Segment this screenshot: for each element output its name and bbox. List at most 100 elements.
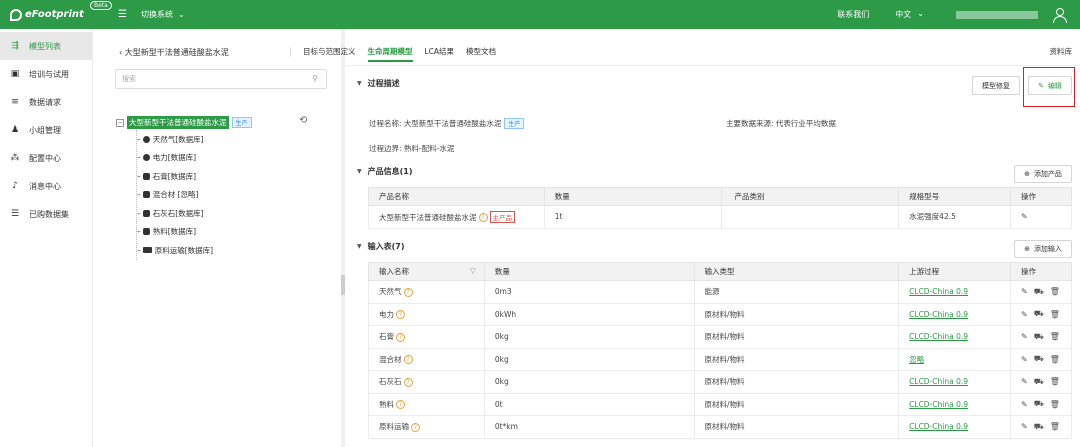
truck-icon[interactable]: ⛟: [1034, 309, 1044, 319]
help-icon[interactable]: ?: [396, 400, 405, 410]
upstream-link[interactable]: CLCD-China 0.9: [909, 377, 968, 386]
input-title: 输入表(7): [367, 242, 405, 251]
help-icon[interactable]: ?: [396, 310, 405, 320]
upstream-link[interactable]: 忽略: [909, 355, 924, 364]
tree-node[interactable]: – 混合材 [忽略]: [137, 186, 213, 205]
library-link[interactable]: 资料库: [1050, 46, 1073, 57]
help-icon[interactable]: ?: [411, 422, 420, 432]
collapse-triangle-icon: ▼: [357, 80, 362, 87]
add-input-button[interactable]: ⊕ 添加输入: [1014, 240, 1072, 258]
edit-icon[interactable]: ✎: [1021, 400, 1028, 409]
help-icon[interactable]: ?: [396, 332, 405, 342]
tree-node[interactable]: – 天然气[数据库]: [137, 130, 213, 149]
tree-node[interactable]: – 电力[数据库]: [137, 149, 213, 168]
main-content: ▼ 过程描述 模型修复 ✎ 编辑 过程名称: 大型新型干法普通硅酸盐水泥 生产 …: [345, 66, 1080, 447]
back-link[interactable]: ‹ 大型新型干法普通硅酸盐水泥: [119, 47, 229, 58]
truck-icon[interactable]: ⛟: [1034, 332, 1044, 342]
language-dropdown[interactable]: 中文 ⌄: [895, 9, 924, 20]
trash-icon[interactable]: 🗑: [1050, 287, 1060, 296]
tree-node[interactable]: – 石灰石[数据库]: [137, 204, 213, 223]
edit-icon[interactable]: ✎: [1021, 310, 1028, 319]
nav-item-config[interactable]: ⁂ 配置中心: [0, 144, 92, 172]
nav-label: 培训与试用: [29, 69, 69, 79]
nav-item-datasets[interactable]: ☰ 已购数据集: [0, 200, 92, 228]
logo[interactable]: eFootprint Beta: [10, 0, 112, 21]
input-table: 输入名称 ▽ 数量 输入类型 上游过程 操作 天然气? 0m3 能源 CLCD-…: [368, 262, 1072, 439]
trash-icon[interactable]: 🗑: [1050, 310, 1060, 319]
process-title: 过程描述: [367, 79, 400, 88]
edit-icon[interactable]: ✎: [1021, 355, 1028, 364]
system-switch-dropdown[interactable]: 切换系统 ⌄: [141, 9, 185, 20]
edit-icon[interactable]: ✎: [1021, 377, 1028, 386]
upstream-link[interactable]: CLCD-China 0.9: [909, 400, 968, 409]
collapse-icon[interactable]: −: [116, 118, 124, 127]
filter-icon[interactable]: ▽: [470, 266, 476, 275]
tree-search-input[interactable]: 搜索 ⚲: [115, 69, 327, 89]
tree-children: – 天然气[数据库] – 电力[数据库] – 石膏[数据库] – 混合材 [忽略] – 石…: [136, 130, 213, 260]
input-ops-cell: ✎ ⛟ 🗑: [1010, 302, 1072, 326]
nav-item-training[interactable]: ▣ 培训与试用: [0, 60, 92, 88]
help-icon[interactable]: ?: [403, 377, 413, 387]
edit-icon[interactable]: ✎: [1021, 287, 1028, 296]
nav-item-data-request[interactable]: ≡ 数据请求: [0, 88, 92, 116]
upstream-link[interactable]: CLCD-China 0.9: [909, 332, 968, 341]
contact-us-link[interactable]: 联系我们: [837, 9, 869, 20]
input-name: 熟料: [379, 399, 394, 409]
nav-item-messages[interactable]: ♪ 消息中心: [0, 172, 92, 200]
system-switch-label: 切换系统: [140, 10, 173, 19]
tab-lca-results[interactable]: LCA结果: [419, 46, 461, 57]
tab-lifecycle-model[interactable]: 生命周期模型: [362, 46, 419, 62]
nav-item-model-list[interactable]: ⇶ 模型列表: [0, 32, 92, 60]
user-icon[interactable]: [1052, 7, 1068, 23]
truck-icon[interactable]: ⛟: [1034, 377, 1044, 387]
left-nav: ⇶ 模型列表 ▣ 培训与试用 ≡ 数据请求 ♟ 小组管理 ⁂ 配置中心 ♪ 消息…: [0, 29, 93, 447]
tab-goal-scope[interactable]: 目标与范围定义: [297, 46, 362, 57]
product-category-cell: [721, 205, 900, 229]
trash-icon[interactable]: 🗑: [1050, 400, 1060, 409]
help-icon[interactable]: ?: [403, 287, 413, 297]
tab-model-docs[interactable]: 模型文档: [460, 46, 502, 57]
upstream-link[interactable]: CLCD-China 0.9: [909, 310, 968, 319]
beta-badge: Beta: [90, 0, 112, 10]
column-header: 数量: [543, 187, 723, 206]
tree-node-label: 混合材 [忽略]: [152, 190, 199, 200]
edit-icon[interactable]: ✎: [1021, 212, 1028, 221]
truck-icon[interactable]: ⛟: [1034, 287, 1044, 297]
upstream-link[interactable]: CLCD-China 0.9: [909, 422, 968, 431]
trash-icon[interactable]: 🗑: [1050, 332, 1060, 341]
table-row: 熟料? 0t 原材料/物料 CLCD-China 0.9 ✎ ⛟ 🗑: [368, 392, 1072, 416]
model-repair-button[interactable]: 模型修复: [972, 76, 1020, 95]
chevron-left-icon: ‹: [119, 48, 123, 57]
menu-icon[interactable]: ☰: [118, 9, 127, 20]
trash-icon[interactable]: 🗑: [1050, 377, 1060, 386]
refresh-icon[interactable]: ⟲: [299, 115, 307, 126]
upstream-link[interactable]: CLCD-China 0.9: [909, 287, 968, 296]
product-section-title[interactable]: ▼ 产品信息(1): [357, 166, 413, 177]
tree-node[interactable]: – 原料运输[数据库]: [137, 241, 213, 260]
tree-root-node[interactable]: − 大型新型干法普通硅酸盐水泥 生产: [116, 116, 252, 129]
input-ops-cell: ✎ ⛟ 🗑: [1010, 415, 1072, 439]
table-row: 天然气? 0m3 能源 CLCD-China 0.9 ✎ ⛟ 🗑: [368, 280, 1072, 304]
help-icon[interactable]: ?: [403, 355, 413, 365]
help-icon[interactable]: ?: [478, 213, 488, 223]
nav-item-group[interactable]: ♟ 小组管理: [0, 116, 92, 144]
input-type-cell: 原材料/物料: [693, 370, 900, 394]
tree-node[interactable]: – 石膏[数据库]: [137, 167, 213, 186]
process-section-title[interactable]: ▼ 过程描述: [357, 78, 400, 89]
add-product-button[interactable]: ⊕ 添加产品: [1014, 165, 1072, 183]
edit-icon[interactable]: ✎: [1021, 332, 1028, 341]
bell-icon: ♪: [12, 181, 18, 191]
upstream-cell: CLCD-China 0.9: [898, 302, 1011, 326]
production-tag: 生产: [504, 118, 525, 129]
truck-icon[interactable]: ⛟: [1034, 399, 1044, 409]
input-section-title[interactable]: ▼ 输入表(7): [357, 241, 405, 252]
search-icon[interactable]: ⚲: [312, 74, 318, 83]
edit-icon[interactable]: ✎: [1021, 422, 1028, 431]
product-name: 大型新型干法普通硅酸盐水泥: [379, 212, 477, 222]
truck-icon[interactable]: ⛟: [1034, 422, 1044, 432]
truck-icon[interactable]: ⛟: [1034, 354, 1044, 364]
trash-icon[interactable]: 🗑: [1050, 355, 1060, 364]
trash-icon[interactable]: 🗑: [1050, 422, 1060, 431]
tree-node[interactable]: – 熟料[数据库]: [137, 223, 213, 242]
model-repair-label: 模型修复: [982, 81, 1010, 90]
